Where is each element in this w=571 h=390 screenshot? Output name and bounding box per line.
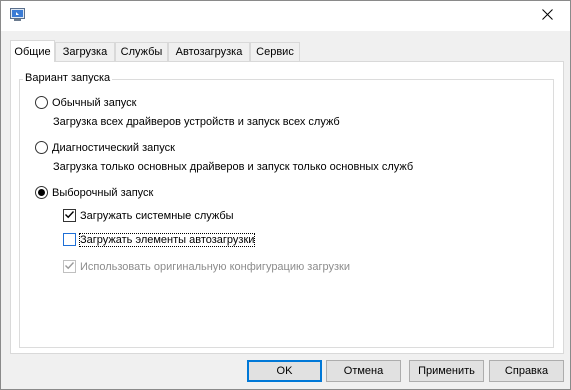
radio-button-checked[interactable] xyxy=(35,186,48,199)
radio-button[interactable] xyxy=(35,141,48,154)
button-label: Применить xyxy=(418,365,475,377)
use-original-boot-config-checkbox: Использовать оригинальную конфигурацию з… xyxy=(63,260,350,273)
radio-label: Выборочный запуск xyxy=(52,186,154,199)
ok-button[interactable]: OK xyxy=(247,360,322,382)
radio-button[interactable] xyxy=(35,96,48,109)
apply-button[interactable]: Применить xyxy=(409,360,484,382)
selective-startup-radio[interactable]: Выборочный запуск xyxy=(35,186,153,199)
radio-label: Обычный запуск xyxy=(52,96,137,109)
diagnostic-startup-description: Загрузка только основных драйверов и зап… xyxy=(53,161,414,173)
checkbox-checked-disabled xyxy=(63,260,76,273)
general-tab-panel: Вариант запуска Обычный запуск Загрузка … xyxy=(10,61,564,354)
checkmark-icon xyxy=(64,209,75,223)
normal-startup-radio[interactable]: Обычный запуск xyxy=(35,96,136,109)
load-system-services-checkbox[interactable]: Загружать системные службы xyxy=(63,209,234,222)
checkbox-checked[interactable] xyxy=(63,209,76,222)
group-title: Вариант запуска xyxy=(23,72,113,84)
close-window-button[interactable] xyxy=(525,1,570,31)
tab-boot[interactable]: Загрузка xyxy=(55,42,115,61)
help-button[interactable]: Справка xyxy=(489,360,564,382)
close-icon xyxy=(542,9,553,23)
diagnostic-startup-radio[interactable]: Диагностический запуск xyxy=(35,141,175,154)
normal-startup-description: Загрузка всех драйверов устройств и запу… xyxy=(53,116,340,128)
checkmark-icon xyxy=(64,260,75,274)
tab-label: Автозагрузка xyxy=(175,46,243,58)
button-label: OK xyxy=(276,365,293,377)
checkbox-label: Загружать элементы автозагрузки xyxy=(78,232,256,247)
radio-label: Диагностический запуск xyxy=(52,141,175,154)
tab-label: Сервис xyxy=(256,46,294,58)
title-bar xyxy=(1,1,570,31)
tab-general[interactable]: Общие xyxy=(10,40,55,62)
checkbox-unchecked[interactable] xyxy=(63,233,76,246)
tab-services[interactable]: Службы xyxy=(115,42,168,61)
button-label: Отмена xyxy=(343,365,384,377)
checkbox-label: Загружать системные службы xyxy=(80,209,234,222)
checkbox-label: Использовать оригинальную конфигурацию з… xyxy=(80,260,350,273)
load-startup-items-checkbox[interactable]: Загружать элементы автозагрузки xyxy=(63,232,256,247)
cancel-button[interactable]: Отмена xyxy=(326,360,401,382)
tab-tools[interactable]: Сервис xyxy=(250,42,300,61)
tab-label: Службы xyxy=(120,46,163,58)
system-configuration-window: Общие Загрузка Службы Автозагрузка Серви… xyxy=(0,0,571,390)
tab-label: Загрузка xyxy=(62,46,108,58)
system-config-app-icon xyxy=(10,8,25,22)
button-label: Справка xyxy=(504,365,549,377)
tab-startup[interactable]: Автозагрузка xyxy=(168,42,250,61)
tab-label: Общие xyxy=(14,45,51,58)
